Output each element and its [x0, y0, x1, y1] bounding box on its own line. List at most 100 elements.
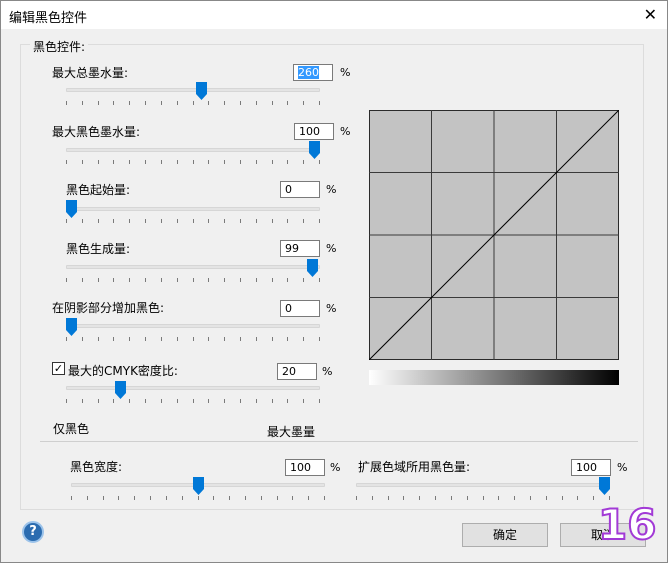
- max-total-ink-input[interactable]: 260: [293, 64, 333, 81]
- slider-tick: [98, 337, 99, 341]
- max-ink-caption: 最大墨量: [267, 425, 316, 439]
- max-black-ink-track[interactable]: [66, 148, 320, 152]
- slider-tick: [261, 496, 262, 500]
- slider-tick: [66, 337, 67, 341]
- slider-tick: [372, 496, 373, 500]
- gamut-black-thumb[interactable]: [599, 477, 610, 495]
- shadow-black-input[interactable]: 0: [280, 300, 320, 317]
- slider-tick: [577, 496, 578, 500]
- slider-tick: [287, 399, 288, 403]
- slider-tick: [82, 399, 83, 403]
- slider-tick: [161, 160, 162, 164]
- black-start-track[interactable]: [66, 207, 320, 211]
- slider-tick: [287, 219, 288, 223]
- group-legend: 黑色控件:: [30, 38, 89, 55]
- slider-tick: [356, 496, 357, 500]
- max-total-ink-track[interactable]: [66, 88, 320, 92]
- slider-tick: [82, 219, 83, 223]
- black-start-label: 黑色起始量:: [66, 183, 131, 197]
- close-icon[interactable]: ✕: [644, 5, 657, 24]
- slider-tick: [419, 496, 420, 500]
- help-icon[interactable]: ?: [22, 521, 44, 543]
- slider-tick: [213, 496, 214, 500]
- slider-tick: [319, 399, 320, 403]
- checkmark-icon: ✓: [53, 362, 64, 375]
- slider-tick: [161, 399, 162, 403]
- cmyk-density-ticks: [66, 399, 320, 403]
- slider-tick: [145, 278, 146, 282]
- slider-tick: [182, 496, 183, 500]
- max-total-ink-ticks: [66, 101, 320, 105]
- black-generation-thumb[interactable]: [307, 259, 318, 277]
- slider-tick: [193, 101, 194, 105]
- cmyk-density-track[interactable]: [66, 386, 320, 390]
- slider-tick: [66, 399, 67, 403]
- max-black-ink-thumb[interactable]: [309, 141, 320, 159]
- slider-tick: [66, 160, 67, 164]
- slider-tick: [129, 219, 130, 223]
- slider-tick: [240, 160, 241, 164]
- max-total-ink-value: 260: [298, 66, 319, 79]
- slider-tick: [245, 496, 246, 500]
- black-width-thumb[interactable]: [193, 477, 204, 495]
- slider-tick: [129, 101, 130, 105]
- slider-tick: [224, 219, 225, 223]
- slider-tick: [193, 337, 194, 341]
- slider-tick: [287, 278, 288, 282]
- black-generation-track[interactable]: [66, 265, 320, 269]
- cmyk-density-input[interactable]: 20: [277, 363, 317, 380]
- max-total-ink-label: 最大总墨水量:: [52, 66, 129, 80]
- slider-tick: [292, 496, 293, 500]
- black-generation-input[interactable]: 99: [280, 240, 320, 257]
- slider-tick: [98, 219, 99, 223]
- slider-tick: [66, 219, 67, 223]
- slider-tick: [177, 219, 178, 223]
- slider-tick: [82, 337, 83, 341]
- slider-tick: [177, 337, 178, 341]
- gamut-black-track[interactable]: [356, 483, 610, 487]
- slider-tick: [530, 496, 531, 500]
- cmyk-density-label: 最大的CMYK密度比:: [68, 364, 178, 378]
- title-bar: 编辑黑色控件 ✕: [1, 1, 667, 29]
- black-start-input[interactable]: 0: [280, 181, 320, 198]
- slider-tick: [208, 101, 209, 105]
- max-total-ink-unit: %: [340, 66, 351, 79]
- slider-tick: [129, 337, 130, 341]
- slider-tick: [208, 399, 209, 403]
- slider-tick: [514, 496, 515, 500]
- slider-tick: [208, 160, 209, 164]
- cmyk-density-unit: %: [322, 365, 333, 378]
- slider-tick: [113, 219, 114, 223]
- shadow-black-thumb[interactable]: [66, 318, 77, 336]
- black-generation-label: 黑色生成量:: [66, 242, 131, 256]
- slider-tick: [308, 496, 309, 500]
- slider-tick: [98, 160, 99, 164]
- slider-tick: [177, 278, 178, 282]
- black-generation-curve-graph: [369, 110, 619, 360]
- cmyk-density-checkbox[interactable]: ✓: [52, 362, 65, 375]
- cmyk-density-thumb[interactable]: [115, 381, 126, 399]
- slider-tick: [303, 219, 304, 223]
- gamut-black-input[interactable]: 100: [571, 459, 611, 476]
- gamut-black-label: 扩展色域所用黑色量:: [358, 460, 471, 474]
- slider-tick: [145, 219, 146, 223]
- step-number-badge: 16: [597, 499, 657, 550]
- shadow-black-label: 在阴影部分增加黑色:: [52, 301, 165, 315]
- slider-tick: [224, 160, 225, 164]
- max-total-ink-thumb[interactable]: [196, 82, 207, 100]
- max-black-ink-input[interactable]: 100: [294, 123, 334, 140]
- slider-tick: [129, 160, 130, 164]
- slider-tick: [113, 337, 114, 341]
- black-width-input[interactable]: 100: [285, 459, 325, 476]
- slider-tick: [272, 219, 273, 223]
- slider-tick: [208, 278, 209, 282]
- slider-tick: [256, 219, 257, 223]
- slider-tick: [66, 278, 67, 282]
- ok-button[interactable]: 确定: [462, 523, 548, 547]
- slider-tick: [498, 496, 499, 500]
- black-start-thumb[interactable]: [66, 200, 77, 218]
- slider-tick: [240, 337, 241, 341]
- slider-tick: [103, 496, 104, 500]
- shadow-black-track[interactable]: [66, 324, 320, 328]
- slider-tick: [177, 399, 178, 403]
